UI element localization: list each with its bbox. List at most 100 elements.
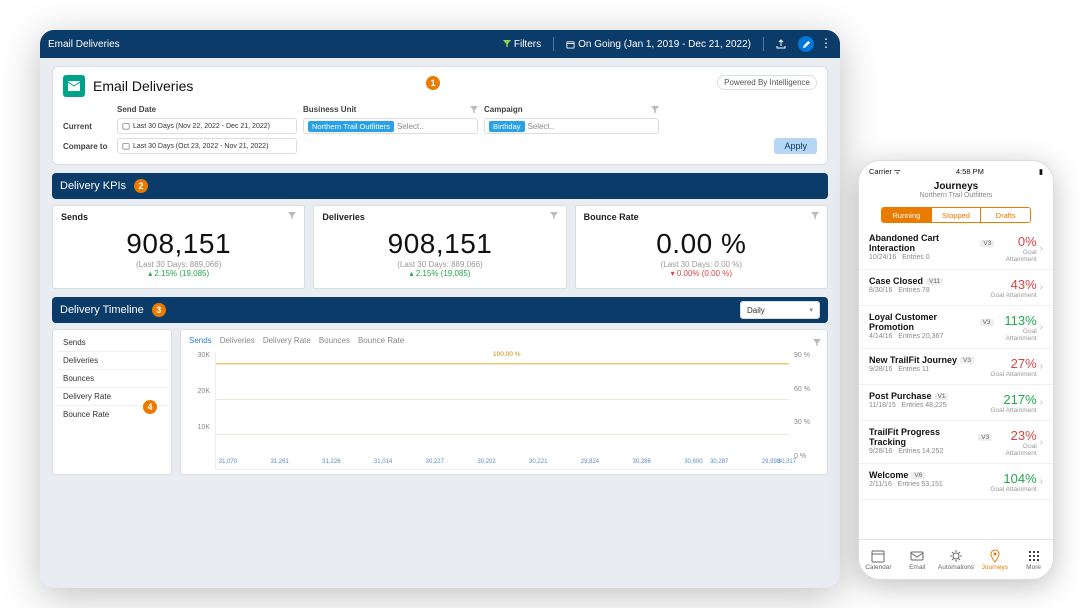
bar-label: 30,286 (632, 459, 650, 465)
compare-label: Compare to (63, 142, 111, 151)
timeline-metric-item[interactable]: Sends (57, 334, 167, 352)
segmented-control[interactable]: Running Stopped Drafts (881, 207, 1031, 223)
marker-3: 3 (152, 303, 166, 317)
battery-icon: ▮ (1039, 167, 1043, 177)
funnel-icon[interactable] (651, 106, 659, 114)
legend-bounces[interactable]: Bounces (319, 336, 350, 348)
chevron-right-icon: › (1040, 361, 1043, 372)
plot-area[interactable]: 100.00 % 31,07031,26131,22631,01430,2273… (215, 352, 789, 470)
version-tag: V3 (980, 319, 994, 326)
journey-meta: 9/28/16 Entries 11 (869, 366, 974, 373)
journey-row[interactable]: TrailFit Progress Tracking V3 9/28/16 En… (859, 421, 1053, 464)
bar-label: 31,070 (219, 459, 237, 465)
goal-percent: 0% (1018, 234, 1037, 249)
journey-row[interactable]: Welcome V6 2/11/16 Entries 53,151 104% G… (859, 464, 1053, 500)
tab-journeys[interactable]: Journeys (975, 540, 1014, 579)
bar-label: 31,014 (374, 459, 392, 465)
campaign-chip: Birthday (489, 121, 525, 132)
goal-percent: 113% (1004, 313, 1036, 328)
campaign-select[interactable]: Birthday Select.. (484, 118, 659, 134)
kpi-value: 908,151 (322, 228, 557, 260)
chevron-right-icon: › (1040, 397, 1043, 408)
goal-percent: 217% (1003, 392, 1036, 407)
journey-row[interactable]: New TrailFit Journey V3 9/28/16 Entries … (859, 349, 1053, 385)
journey-row[interactable]: Post Purchase V1 11/18/15 Entries 48,225… (859, 385, 1053, 421)
divider (553, 37, 554, 51)
version-tag: V3 (978, 434, 992, 441)
business-unit-header: Business Unit (303, 105, 478, 114)
tab-email[interactable]: Email (898, 540, 937, 579)
compare-date-input[interactable]: Last 30 Days (Oct 23, 2022 - Nov 21, 202… (117, 138, 297, 154)
segment-drafts[interactable]: Drafts (981, 208, 1030, 222)
funnel-icon[interactable] (288, 212, 296, 220)
journey-meta: 11/18/15 Entries 48,225 (869, 402, 948, 409)
goal-label: Goal Attainment (992, 443, 1036, 457)
date-range-button[interactable]: On Going (Jan 1, 2019 - Dec 21, 2022) (560, 37, 757, 52)
funnel-icon[interactable] (550, 212, 558, 220)
journey-row[interactable]: Loyal Customer Promotion V3 4/14/16 Entr… (859, 306, 1053, 349)
chevron-right-icon: › (1040, 322, 1043, 333)
funnel-icon[interactable] (811, 212, 819, 220)
journey-meta: 4/14/16 Entries 20,367 (869, 333, 994, 340)
bar-label: 31,261 (270, 459, 288, 465)
more-menu-button[interactable] (820, 43, 832, 45)
gear-icon (949, 549, 963, 563)
delivery-rate-label: 100.00 % (491, 351, 522, 358)
timeline-granularity-select[interactable]: Daily ▾ (740, 301, 820, 319)
journey-name: Welcome V6 (869, 470, 943, 480)
current-date-input[interactable]: Last 30 Days (Nov 22, 2022 - Dec 21, 202… (117, 118, 297, 134)
kpi-delta: ▴ 2.15% (19,085) (322, 269, 557, 278)
tab-automations[interactable]: Automations (937, 540, 976, 579)
chart-area: 30K20K10K 90 %60 %30 %0 % 100.00 % 31,07… (189, 352, 819, 470)
journey-row[interactable]: Case Closed V11 8/30/16 Entries 78 43% G… (859, 270, 1053, 306)
marker-1-wrap: 1 (426, 73, 440, 91)
carrier-label: Carrier ᯤ (869, 167, 901, 177)
share-button[interactable] (770, 37, 792, 51)
calendar-icon (871, 549, 885, 563)
topbar: Email Deliveries Filters On Going (Jan 1… (40, 30, 840, 58)
version-tag: V3 (960, 357, 974, 364)
journey-row[interactable]: Abandoned Cart Interaction V3 10/24/16 E… (859, 227, 1053, 270)
tab-more[interactable]: More (1014, 540, 1053, 579)
campaign-header: Campaign (484, 105, 659, 114)
kpi-value: 0.00 % (584, 228, 819, 260)
date-range-label: On Going (Jan 1, 2019 - Dec 21, 2022) (578, 39, 751, 50)
phone-title: Journeys (859, 181, 1053, 192)
kpi-card[interactable]: Deliveries 908,151 (Last 30 Days: 889,06… (313, 205, 566, 289)
journey-meta: 2/11/16 Entries 53,151 (869, 481, 943, 488)
page-body: Email Deliveries Powered By Intelligence… (40, 58, 840, 487)
kpi-delta: ▴ 2.15% (19,085) (61, 269, 296, 278)
legend-deliveries[interactable]: Deliveries (220, 336, 255, 348)
current-label: Current (63, 122, 111, 131)
timeline-metric-item[interactable]: Bounces (57, 370, 167, 388)
goal-label: Goal Attainment (990, 292, 1036, 299)
funnel-icon[interactable] (813, 339, 821, 347)
journey-name: Post Purchase V1 (869, 391, 948, 401)
topbar-actions: Filters On Going (Jan 1, 2019 - Dec 21, … (497, 36, 832, 52)
journey-list[interactable]: Abandoned Cart Interaction V3 10/24/16 E… (859, 227, 1053, 539)
calendar-icon (566, 40, 575, 49)
tab-bar: Calendar Email Automations Journeys More (859, 539, 1053, 579)
business-unit-select[interactable]: Northern Trail Outfitters Select.. (303, 118, 478, 134)
tab-calendar[interactable]: Calendar (859, 540, 898, 579)
segment-running[interactable]: Running (882, 208, 932, 222)
timeline-section-header: Delivery Timeline 3 Daily ▾ (52, 297, 828, 323)
legend-sends[interactable]: Sends (189, 336, 212, 348)
legend-bounce-rate[interactable]: Bounce Rate (358, 336, 404, 348)
funnel-icon[interactable] (470, 106, 478, 114)
timeline-metric-item[interactable]: Deliveries (57, 352, 167, 370)
edit-button[interactable] (798, 36, 814, 52)
kpi-card[interactable]: Sends 908,151 (Last 30 Days: 889,066) ▴ … (52, 205, 305, 289)
kpi-value: 908,151 (61, 228, 296, 260)
goal-percent: 43% (1011, 277, 1037, 292)
chart-legend: Sends Deliveries Delivery Rate Bounces B… (189, 336, 819, 348)
apply-button[interactable]: Apply (774, 138, 817, 154)
legend-delivery-rate[interactable]: Delivery Rate (263, 336, 311, 348)
page-title: Email Deliveries (93, 78, 193, 94)
kpi-section-header: Delivery KPIs 2 (52, 173, 828, 199)
segment-stopped[interactable]: Stopped (932, 208, 982, 222)
goal-label: Goal Attainment (990, 371, 1036, 378)
kpi-card[interactable]: Bounce Rate 0.00 % (Last 30 Days: 0.00 %… (575, 205, 828, 289)
filters-button[interactable]: Filters (497, 37, 547, 52)
y-axis-left: 30K20K10K (189, 352, 213, 460)
